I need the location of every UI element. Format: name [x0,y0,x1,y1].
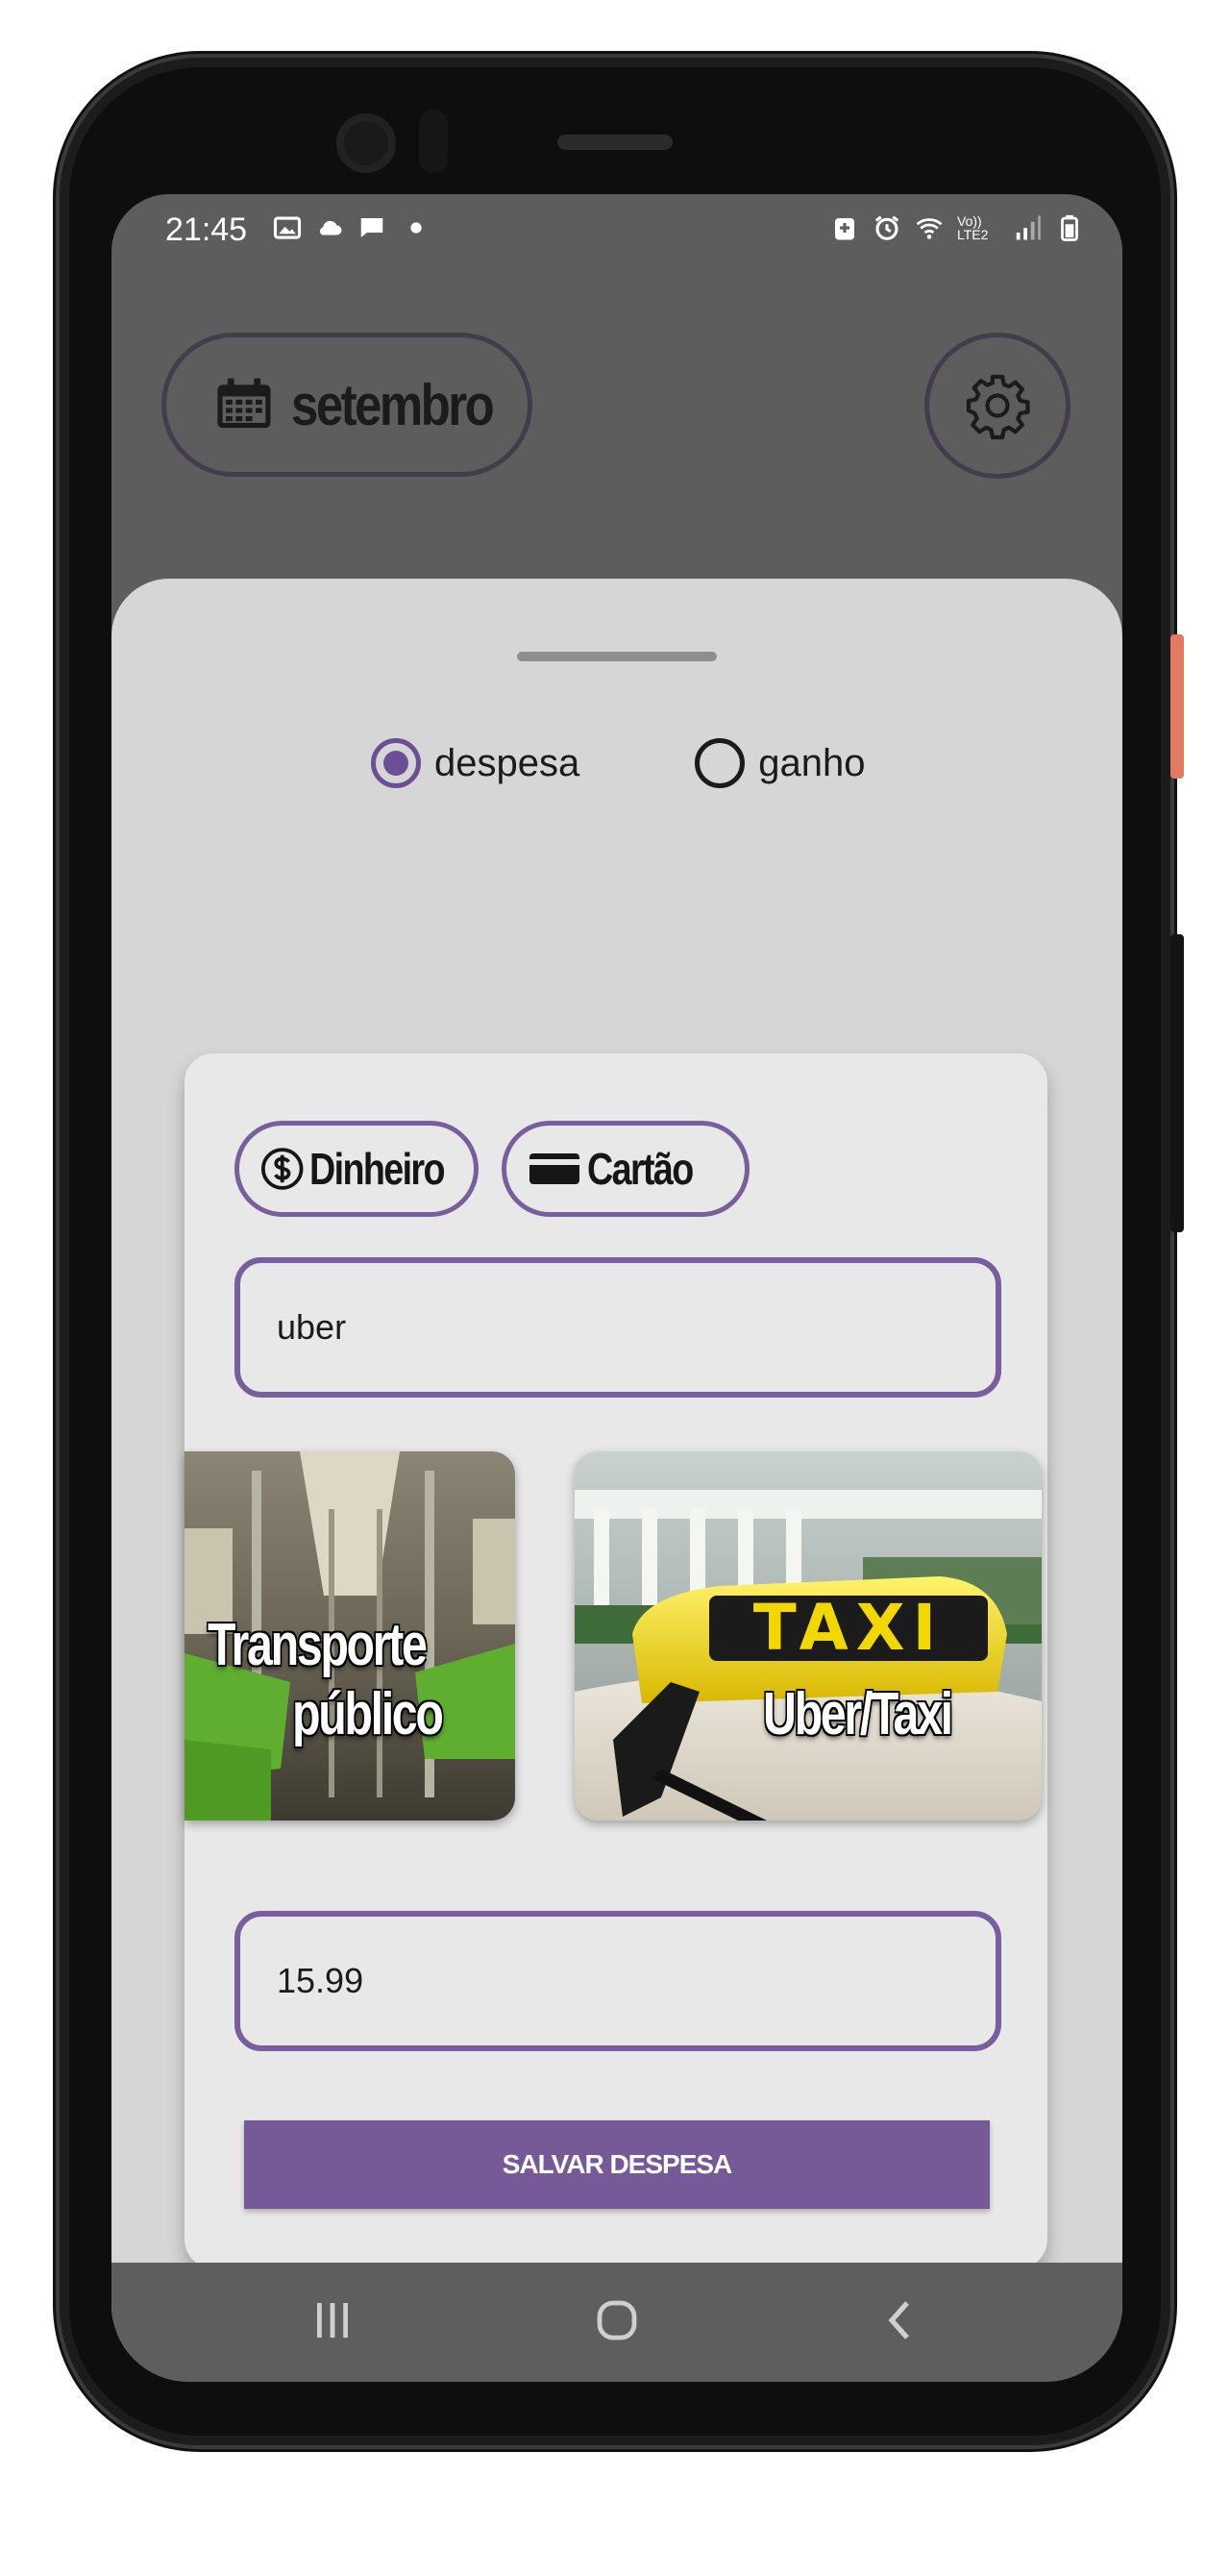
dollar-icon [260,1148,304,1190]
month-selector-button[interactable]: setembro [161,333,532,477]
proximity-sensor [419,110,448,173]
alarm-icon [874,215,899,240]
battery-icon [1061,214,1078,241]
volte-icon: Vo)) LTE2 [957,213,989,242]
payment-cash-button[interactable]: Dinheiro [234,1121,479,1217]
status-time: 21:45 [165,211,248,248]
taxi-image: TAXI [575,1451,1042,1821]
dot-icon [410,222,422,234]
category-uber-taxi[interactable]: TAXI Uber/Taxi [575,1451,1042,1821]
radio-label: ganho [758,741,866,784]
radio-ganho[interactable]: ganho [695,738,865,788]
description-value: uber [277,1307,347,1347]
category-label-line1: Transporte [208,1612,428,1678]
radio-despesa[interactable]: despesa [371,738,579,788]
amount-input[interactable]: 15.99 [234,1911,1001,2051]
chat-icon [360,218,383,237]
category-label: Uber/Taxi [763,1681,953,1747]
back-icon [888,2301,909,2340]
category-label-line2: público [292,1681,444,1747]
recent-apps-button[interactable] [304,2291,361,2349]
bottom-sheet: despesa ganho Dinheiro Cartão uber Trans… [111,579,1122,2318]
drag-handle[interactable] [517,652,717,661]
signal-icon [1016,215,1041,240]
earpiece-speaker [557,135,673,150]
radio-selected-indicator [371,738,421,788]
payment-card-button[interactable]: Cartão [502,1121,750,1217]
app-screen: 21:45 Vo)) LTE2 setembro despesa ganho D… [111,194,1122,2382]
home-button[interactable] [588,2291,646,2349]
settings-button[interactable] [924,333,1070,479]
description-input[interactable]: uber [234,1257,1001,1398]
amount-value: 15.99 [277,1961,364,2000]
save-expense-button[interactable]: SALVAR DESPESA [244,2120,990,2209]
cloud-icon [320,220,342,235]
volume-button [1170,934,1184,1232]
radio-label: despesa [434,741,580,784]
payment-cash-label: Dinheiro [309,1144,445,1194]
system-icons: Vo)) LTE2 [830,213,1084,242]
notification-icons [273,213,423,242]
payment-card-label: Cartão [587,1144,694,1194]
transaction-type-selector: despesa ganho [371,738,980,788]
month-label: setembro [290,372,495,437]
gear-icon [966,374,1030,440]
home-icon [597,2300,637,2341]
category-transporte-publico[interactable]: Transporte público [184,1451,515,1821]
front-camera [336,113,396,173]
taxi-sign-text: TAXI [753,1591,944,1665]
battery-saver-icon [835,218,854,240]
wifi-icon [916,218,943,239]
calendar-icon [217,378,271,429]
power-button [1170,634,1184,779]
navigation-bar [111,2263,1122,2382]
recent-apps-icon [317,2303,348,2338]
radio-unselected-indicator [695,738,746,788]
status-bar: 21:45 Vo)) LTE2 [111,194,1122,271]
expense-form-card: Dinheiro Cartão uber Transporte público … [184,1053,1047,2268]
back-button[interactable] [871,2291,928,2349]
image-icon [273,216,302,239]
credit-card-icon [529,1153,579,1184]
